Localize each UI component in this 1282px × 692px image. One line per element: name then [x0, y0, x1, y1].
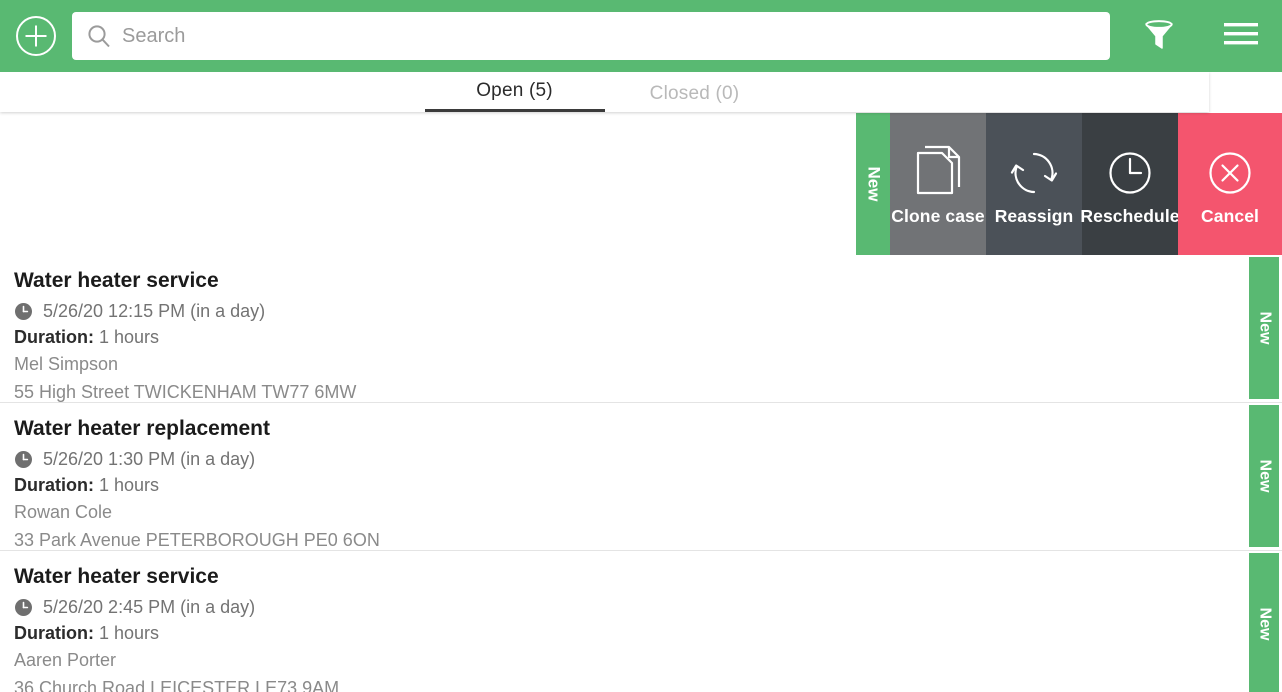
status-badge-new: New	[856, 113, 890, 255]
circular-arrows-icon	[1006, 142, 1062, 204]
hamburger-menu-icon	[1222, 19, 1260, 54]
case-duration: Duration: 1 hours	[14, 324, 1222, 350]
add-case-button[interactable]	[0, 0, 72, 72]
status-badge-new: New	[1249, 257, 1279, 399]
case-person: Aaren Porter	[14, 650, 117, 670]
swipe-action-row: New Clone case Reassign Reschedule Cance…	[0, 113, 1282, 255]
reassign-action[interactable]: Reassign	[986, 113, 1082, 255]
filter-funnel-icon	[1140, 15, 1178, 58]
case-person: Mel Simpson	[14, 354, 119, 374]
status-badge-new: New	[1249, 405, 1279, 547]
case-datetime: 5/26/20 1:30 PM (in a day)	[14, 446, 1222, 472]
case-address: 55 High Street TWICKENHAM TW77 6MW	[14, 382, 357, 402]
close-circle-icon	[1202, 142, 1258, 204]
tab-bar: Open (5) Closed (0)	[0, 72, 1209, 112]
plus-circle-icon	[14, 14, 58, 58]
swipe-revealed-area	[0, 113, 856, 255]
case-title: Water heater replacement	[14, 417, 270, 440]
case-datetime-text: 5/26/20 2:45 PM (in a day)	[43, 597, 256, 617]
case-duration: Duration: 1 hours	[14, 472, 1222, 498]
case-duration-value: 1 hours	[99, 623, 160, 643]
copy-document-icon	[912, 142, 964, 204]
case-address: 33 Park Avenue PETERBOROUGH PE0 6ON	[14, 530, 380, 550]
reschedule-action[interactable]: Reschedule	[1080, 113, 1180, 255]
list-item[interactable]: Water heater service 5/26/20 2:45 PM (in…	[0, 551, 1282, 692]
filter-button[interactable]	[1118, 0, 1200, 72]
case-datetime-text: 5/26/20 12:15 PM (in a day)	[43, 301, 266, 321]
clone-case-label: Clone case	[891, 205, 985, 226]
clock-icon	[1102, 142, 1158, 204]
list-item[interactable]: Water heater replacement 5/26/20 1:30 PM…	[0, 403, 1282, 551]
case-person: Rowan Cole	[14, 502, 113, 522]
clock-icon	[14, 450, 36, 469]
case-address: 36 Church Road LEICESTER LE73 9AM	[14, 678, 340, 692]
case-duration-label: Duration:	[14, 327, 94, 347]
reschedule-label: Reschedule	[1080, 205, 1180, 226]
tab-open[interactable]: Open (5)	[424, 80, 605, 112]
cancel-label: Cancel	[1201, 205, 1259, 226]
case-duration: Duration: 1 hours	[14, 620, 1222, 646]
search-input[interactable]	[112, 14, 1096, 58]
reassign-label: Reassign	[994, 205, 1074, 226]
case-duration-value: 1 hours	[99, 327, 160, 347]
menu-button[interactable]	[1200, 0, 1282, 72]
clock-icon	[14, 598, 36, 617]
case-duration-value: 1 hours	[99, 475, 160, 495]
case-datetime: 5/26/20 2:45 PM (in a day)	[14, 594, 1222, 620]
case-title: Water heater service	[14, 565, 219, 588]
cancel-action[interactable]: Cancel	[1178, 113, 1282, 255]
search-bar[interactable]	[72, 12, 1110, 60]
case-title: Water heater service	[14, 269, 219, 292]
case-datetime: 5/26/20 12:15 PM (in a day)	[14, 298, 1222, 324]
app-header	[0, 0, 1282, 72]
tab-closed[interactable]: Closed (0)	[605, 83, 785, 112]
search-icon	[86, 23, 112, 49]
case-datetime-text: 5/26/20 1:30 PM (in a day)	[43, 449, 256, 469]
clone-case-action[interactable]: Clone case	[890, 113, 986, 255]
case-list[interactable]: Water heater service 5/26/20 12:15 PM (i…	[0, 255, 1282, 692]
case-duration-label: Duration:	[14, 623, 94, 643]
list-item[interactable]: Water heater service 5/26/20 12:15 PM (i…	[0, 255, 1282, 403]
status-badge-new: New	[1249, 553, 1279, 692]
clock-icon	[14, 302, 36, 321]
case-duration-label: Duration:	[14, 475, 94, 495]
